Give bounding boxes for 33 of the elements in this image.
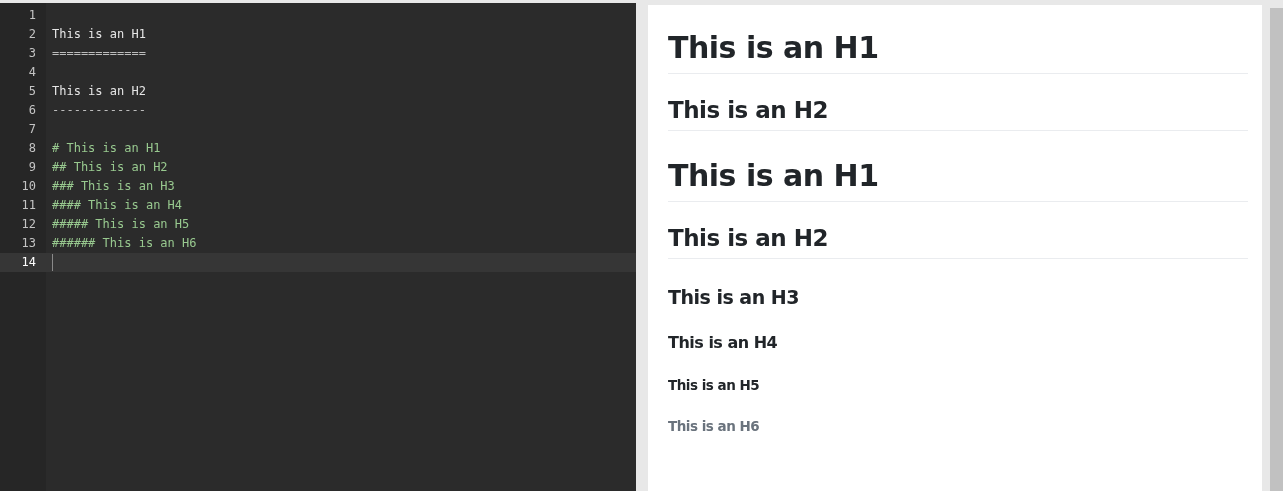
code-line: ### This is an H3 <box>51 178 176 195</box>
code-line: ## This is an H2 <box>51 159 169 176</box>
line-number: 10 <box>20 178 37 195</box>
line-number: 7 <box>27 121 37 138</box>
code-line: ------------- <box>51 102 147 119</box>
heading: This is an H1 <box>668 157 879 195</box>
code-line: # This is an H1 <box>51 140 162 157</box>
code-line: ###### This is an H6 <box>51 235 198 252</box>
line-number: 14 <box>0 253 46 272</box>
line-number: 8 <box>27 140 37 157</box>
code-line: This is an H1 <box>51 26 147 43</box>
line-number: 1 <box>27 7 37 24</box>
line-number: 13 <box>20 235 37 252</box>
heading: This is an H6 <box>668 417 760 436</box>
text-cursor <box>52 254 53 271</box>
line-number: 2 <box>27 26 37 43</box>
code-line: ##### This is an H5 <box>51 216 191 233</box>
heading: This is an H3 <box>668 285 799 310</box>
line-number: 3 <box>27 45 37 62</box>
heading: This is an H2 <box>668 96 828 125</box>
line-number: 9 <box>27 159 37 176</box>
heading: This is an H2 <box>668 224 828 253</box>
line-number: 5 <box>27 83 37 100</box>
line-number: 6 <box>27 102 37 119</box>
line-number: 11 <box>20 197 37 214</box>
code-line: #### This is an H4 <box>51 197 184 214</box>
line-number: 4 <box>27 64 37 81</box>
code-line: This is an H2 <box>51 83 147 100</box>
heading: This is an H5 <box>668 376 760 395</box>
code-line: ============= <box>51 45 147 62</box>
heading: This is an H1 <box>668 29 879 67</box>
line-number: 12 <box>20 216 37 233</box>
heading: This is an H4 <box>668 332 778 354</box>
